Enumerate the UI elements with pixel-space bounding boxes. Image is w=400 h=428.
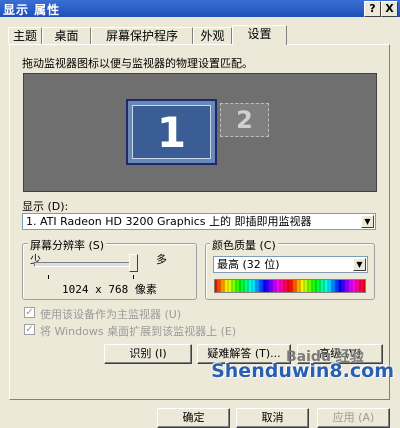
extend-desktop-checkbox[interactable]: ✓ xyxy=(24,324,35,335)
tab-settings[interactable]: 设置 xyxy=(232,25,287,45)
title-bar: 显示 属性 ? X xyxy=(0,0,400,17)
monitor-2-icon[interactable]: 2 xyxy=(220,103,269,137)
slider-tick xyxy=(48,275,49,279)
tab-desktop[interactable]: 桌面 xyxy=(42,27,91,44)
tab-appearance[interactable]: 外观 xyxy=(193,27,232,44)
apply-button[interactable]: 应用 (A) xyxy=(317,408,390,428)
color-quality-label: 颜色质量 (C) xyxy=(210,237,278,253)
resolution-slider-track[interactable] xyxy=(34,262,131,267)
primary-monitor-label: 使用该设备作为主监视器 (U) xyxy=(40,308,182,321)
display-select[interactable]: 1. ATI Radeon HD 3200 Graphics 上的 即插即用监视… xyxy=(22,213,376,230)
resolution-more: 多 xyxy=(156,253,167,266)
monitor-1-number: 1 xyxy=(132,105,211,159)
tab-screensaver[interactable]: 屏幕保护程序 xyxy=(91,27,193,44)
chevron-down-icon[interactable]: ▼ xyxy=(353,258,366,271)
close-button[interactable]: X xyxy=(381,1,398,17)
extend-desktop-label: 将 Windows 桌面扩展到该监视器上 (E) xyxy=(40,325,237,338)
display-value: 1. ATI Radeon HD 3200 Graphics 上的 即插即用监视… xyxy=(26,215,312,228)
resolution-slider-thumb[interactable] xyxy=(129,254,138,272)
chevron-down-icon[interactable]: ▼ xyxy=(361,215,374,228)
site-watermark: Shenduwin8.com xyxy=(211,360,394,382)
primary-monitor-checkbox[interactable]: ✓ xyxy=(24,307,35,318)
cancel-button[interactable]: 取消 xyxy=(236,408,309,428)
color-spectrum-preview xyxy=(214,279,366,293)
color-quality-value: 最高 (32 位) xyxy=(217,258,280,271)
window-title: 显示 属性 xyxy=(3,3,61,17)
display-label: 显示 (D): xyxy=(22,200,69,213)
resolution-value: 1024 x 768 像素 xyxy=(62,283,157,296)
ok-button[interactable]: 确定 xyxy=(157,408,230,428)
identify-button[interactable]: 识别 (I) xyxy=(104,344,192,364)
tab-theme[interactable]: 主题 xyxy=(8,27,42,44)
monitor-1-icon[interactable]: 1 xyxy=(126,99,217,165)
slider-tick xyxy=(133,275,134,279)
description-text: 拖动监视器图标以便与监视器的物理设置匹配。 xyxy=(22,57,253,70)
color-quality-select[interactable]: 最高 (32 位) ▼ xyxy=(213,256,368,273)
help-button[interactable]: ? xyxy=(364,1,381,17)
